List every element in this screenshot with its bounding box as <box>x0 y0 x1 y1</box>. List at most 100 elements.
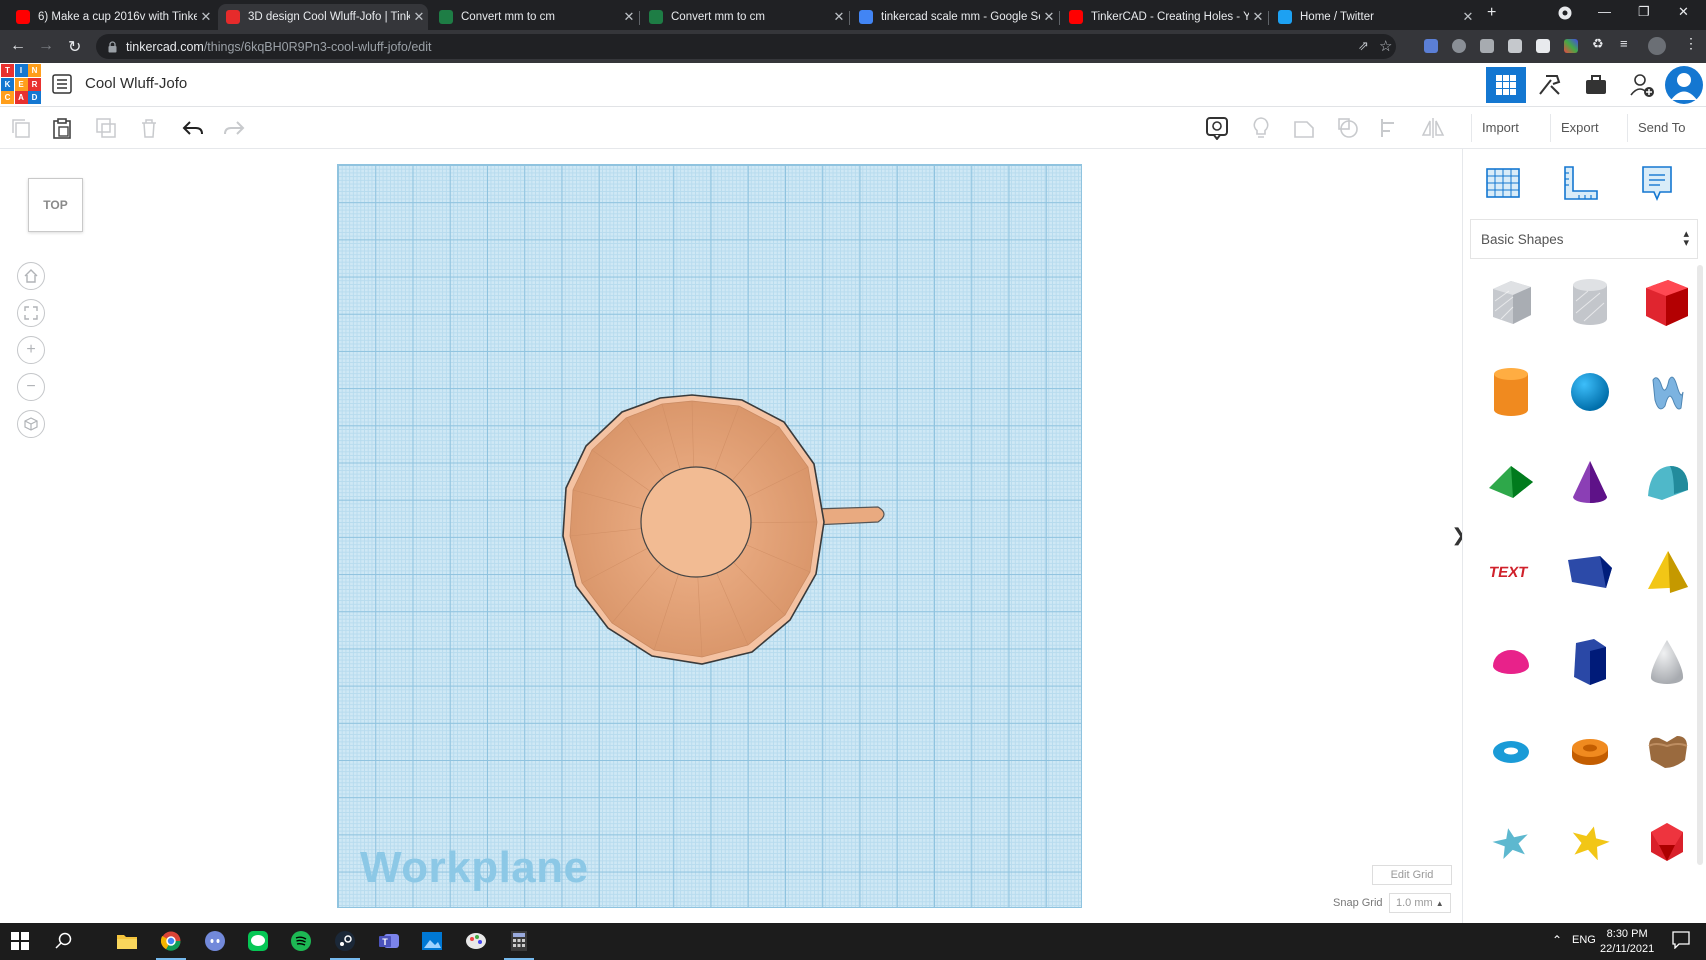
zoom-out-icon[interactable]: − <box>17 373 45 401</box>
user-avatar[interactable] <box>1664 66 1704 104</box>
shape-cylinder-icon[interactable] <box>1481 362 1541 422</box>
3d-viewport[interactable]: TOP + − Workplane ❯ Edit Grid Snap Grid … <box>0 149 1467 923</box>
extension-icon[interactable] <box>1480 39 1494 53</box>
design-title[interactable]: Cool Wluff-Jofo <box>85 75 187 92</box>
forward-button[interactable]: → <box>38 37 54 55</box>
cup-object[interactable] <box>562 394 912 684</box>
notes-tool-icon[interactable] <box>1635 161 1679 205</box>
reload-button[interactable]: ↻ <box>68 37 81 57</box>
extension-icon[interactable] <box>1508 39 1522 53</box>
browser-tab[interactable]: tinkercad scale mm - Google Sea ✕ <box>851 4 1058 30</box>
shape-roof-icon[interactable] <box>1481 452 1541 512</box>
close-tab-icon[interactable]: ✕ <box>1249 9 1267 25</box>
browser-tab[interactable]: Home / Twitter ✕ <box>1270 4 1477 30</box>
file-explorer-icon[interactable] <box>116 930 138 952</box>
close-tab-icon[interactable]: ✕ <box>1040 9 1058 25</box>
share-icon[interactable]: ⇗ <box>1358 38 1369 54</box>
shape-box-icon[interactable] <box>1637 272 1697 332</box>
perspective-icon[interactable] <box>17 410 45 438</box>
align-icon[interactable] <box>1377 115 1403 141</box>
shape-torus-icon[interactable] <box>1481 722 1541 782</box>
shape-cone-icon[interactable] <box>1560 452 1620 512</box>
extension-icon[interactable] <box>1536 39 1550 53</box>
lightbulb-icon[interactable] <box>1248 115 1274 141</box>
ungroup-icon[interactable] <box>1335 115 1361 141</box>
browser-tab[interactable]: 6) Make a cup 2016v with Tinker ✕ <box>8 4 215 30</box>
shape-star-yellow-icon[interactable] <box>1560 812 1620 872</box>
tinkercad-logo[interactable]: TIN KER CAD <box>0 64 42 106</box>
reading-list-icon[interactable]: ≡ <box>1620 36 1634 51</box>
paste-icon[interactable] <box>49 115 75 141</box>
shape-cylinder-hole-icon[interactable] <box>1560 272 1620 332</box>
shape-category-select[interactable]: Basic Shapes ▴ ▾ <box>1470 219 1698 259</box>
import-button[interactable]: Import <box>1471 114 1529 142</box>
photos-icon[interactable] <box>421 930 443 952</box>
teams-icon[interactable]: T <box>378 930 400 952</box>
spotify-icon[interactable] <box>290 930 312 952</box>
home-view-icon[interactable] <box>17 262 45 290</box>
delete-trash-icon[interactable] <box>136 115 162 141</box>
blocks-view-icon[interactable] <box>1530 67 1570 103</box>
browser-tab[interactable]: 3D design Cool Wluff-Jofo | Tink ✕ <box>218 4 428 30</box>
shape-icosahedron-icon[interactable] <box>1637 812 1697 872</box>
fit-view-icon[interactable] <box>17 299 45 327</box>
group-icon[interactable] <box>1291 115 1317 141</box>
view-cube[interactable]: TOP <box>28 178 83 232</box>
undo-icon[interactable] <box>180 115 206 141</box>
extension-icon[interactable] <box>1424 39 1438 53</box>
omnibox[interactable]: tinkercad.com/things/6kqBH0R9Pn3-cool-wl… <box>96 34 1396 59</box>
restore-button[interactable]: ❐ <box>1638 4 1650 20</box>
calculator-icon[interactable] <box>508 930 530 952</box>
copy-icon[interactable] <box>8 115 34 141</box>
close-tab-icon[interactable]: ✕ <box>620 9 638 25</box>
ruler-tool-icon[interactable] <box>1559 161 1603 205</box>
shape-polygon-icon[interactable] <box>1560 632 1620 692</box>
shape-box-hole-icon[interactable] <box>1481 272 1541 332</box>
3d-design-view-button[interactable] <box>1486 67 1526 103</box>
lessons-briefcase-icon[interactable] <box>1576 67 1616 103</box>
paint-3d-icon[interactable] <box>465 930 487 952</box>
browser-tab[interactable]: TinkerCAD - Creating Holes - Yo ✕ <box>1061 4 1267 30</box>
snap-grid-select[interactable]: 1.0 mm ▲ <box>1389 893 1451 913</box>
system-clock[interactable]: 8:30 PM 22/11/2021 <box>1600 927 1654 957</box>
mirror-icon[interactable] <box>1420 115 1446 141</box>
close-tab-icon[interactable]: ✕ <box>197 9 215 25</box>
windows-start-icon[interactable] <box>9 930 31 952</box>
back-button[interactable]: ← <box>10 37 26 55</box>
chrome-menu-icon[interactable]: ⋮ <box>1684 35 1698 51</box>
puzzle-extensions-icon[interactable]: ♻ <box>1592 36 1606 51</box>
edit-grid-button[interactable]: Edit Grid <box>1372 865 1452 885</box>
browser-tab[interactable]: Convert mm to cm ✕ <box>431 4 638 30</box>
bookmark-star-icon[interactable]: ☆ <box>1379 37 1392 55</box>
search-icon[interactable] <box>53 930 75 952</box>
chrome-icon[interactable] <box>160 930 182 952</box>
duplicate-icon[interactable] <box>93 115 119 141</box>
shape-text-icon[interactable]: TEXT <box>1481 542 1541 602</box>
steam-icon[interactable] <box>334 930 356 952</box>
language-indicator[interactable]: ENG <box>1572 934 1596 946</box>
shape-scribble-icon[interactable] <box>1637 362 1697 422</box>
shape-heart-icon[interactable] <box>1637 722 1697 782</box>
close-tab-icon[interactable]: ✕ <box>1459 9 1477 25</box>
panel-scrollbar[interactable] <box>1697 265 1703 865</box>
discord-icon[interactable] <box>204 930 226 952</box>
shape-star-icon[interactable] <box>1481 812 1541 872</box>
workplane-grid[interactable]: Workplane <box>337 164 1082 908</box>
redo-icon[interactable] <box>221 115 247 141</box>
export-button[interactable]: Export <box>1550 114 1609 142</box>
shape-round-roof-icon[interactable] <box>1637 452 1697 512</box>
notes-comment-icon[interactable] <box>1204 115 1230 141</box>
line-app-icon[interactable] <box>247 930 269 952</box>
shape-wedge-icon[interactable] <box>1560 542 1620 602</box>
design-list-icon[interactable] <box>52 74 72 99</box>
workplane-tool-icon[interactable] <box>1481 161 1525 205</box>
zoom-in-icon[interactable]: + <box>17 336 45 364</box>
minimize-button[interactable]: — <box>1598 4 1611 19</box>
extension-icon[interactable] <box>1452 39 1466 53</box>
shape-pyramid-icon[interactable] <box>1637 542 1697 602</box>
shape-paraboloid-icon[interactable] <box>1637 632 1697 692</box>
extension-icon[interactable] <box>1564 39 1578 53</box>
notification-center-icon[interactable] <box>1672 931 1690 954</box>
browser-tab[interactable]: Convert mm to cm ✕ <box>641 4 848 30</box>
close-tab-icon[interactable]: ✕ <box>830 9 848 25</box>
